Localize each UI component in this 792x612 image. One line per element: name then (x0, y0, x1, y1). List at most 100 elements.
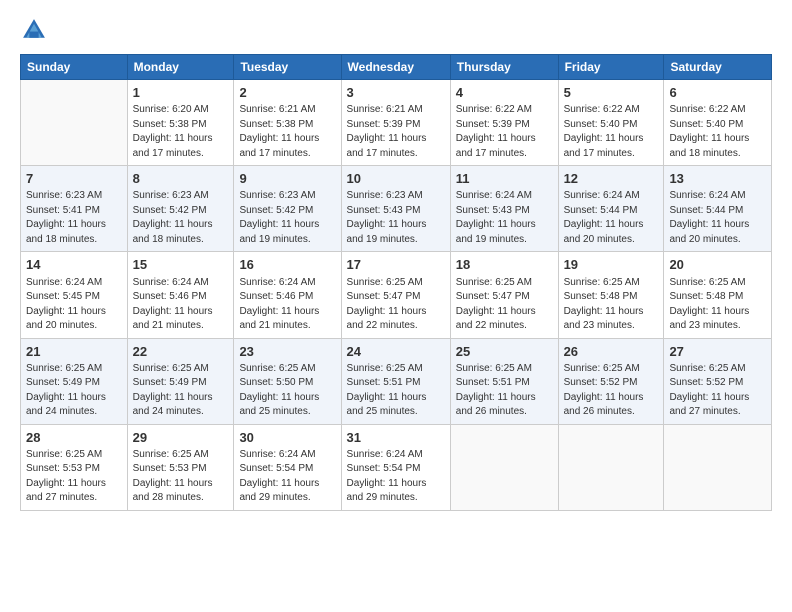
day-number: 13 (669, 170, 766, 188)
logo-area (20, 16, 52, 44)
calendar-cell: 21Sunrise: 6:25 AM Sunset: 5:49 PM Dayli… (21, 338, 128, 424)
calendar-cell: 19 Sunrise: 6:25 AM Sunset: 5:48 PM Dayli… (558, 252, 664, 338)
day-info: Sunrise: 6:20 AM Sunset: 5:38 PM Dayligh… (133, 103, 229, 161)
calendar-cell: 31Sunrise: 6:24 AM Sunset: 5:54 PM Dayli… (341, 424, 450, 510)
day-info: Sunrise: 6:25 AM Sunset: 5:47 PM Dayligh… (347, 276, 445, 334)
day-number: 14 (26, 256, 122, 274)
day-number: 26 (564, 343, 659, 361)
header-wednesday: Wednesday (341, 55, 450, 80)
calendar-cell: 11Sunrise: 6:24 AM Sunset: 5:43 PM Dayli… (450, 166, 558, 252)
day-info: Sunrise: 6:25 AM Sunset: 5:51 PM Dayligh… (456, 362, 553, 420)
calendar-cell (558, 424, 664, 510)
day-number: 25 (456, 343, 553, 361)
calendar-cell: 25Sunrise: 6:25 AM Sunset: 5:51 PM Dayli… (450, 338, 558, 424)
calendar-cell: 7Sunrise: 6:23 AM Sunset: 5:41 PM Daylig… (21, 166, 128, 252)
calendar-cell: 16 Sunrise: 6:24 AM Sunset: 5:46 PM Dayli… (234, 252, 341, 338)
day-number: 22 (133, 343, 229, 361)
day-info: Sunrise: 6:24 AM Sunset: 5:44 PM Dayligh… (669, 189, 766, 247)
day-number: 21 (26, 343, 122, 361)
day-info: Sunrise: 6:22 AM Sunset: 5:40 PM Dayligh… (564, 103, 659, 161)
day-number: 28 (26, 429, 122, 447)
day-number: 27 (669, 343, 766, 361)
calendar-cell: 28Sunrise: 6:25 AM Sunset: 5:53 PM Dayli… (21, 424, 128, 510)
day-info: Sunrise: 6:23 AM Sunset: 5:41 PM Dayligh… (26, 189, 122, 247)
day-info: Sunrise: 6:25 AM Sunset: 5:52 PM Dayligh… (564, 362, 659, 420)
day-info: Sunrise: 6:24 AM Sunset: 5:54 PM Dayligh… (347, 448, 445, 506)
calendar-cell: 5Sunrise: 6:22 AM Sunset: 5:40 PM Daylig… (558, 80, 664, 166)
calendar-week-row: 7Sunrise: 6:23 AM Sunset: 5:41 PM Daylig… (21, 166, 772, 252)
header-friday: Friday (558, 55, 664, 80)
calendar-cell: 26Sunrise: 6:25 AM Sunset: 5:52 PM Dayli… (558, 338, 664, 424)
calendar-cell (450, 424, 558, 510)
calendar-cell: 9Sunrise: 6:23 AM Sunset: 5:42 PM Daylig… (234, 166, 341, 252)
calendar-cell: 17 Sunrise: 6:25 AM Sunset: 5:47 PM Dayli… (341, 252, 450, 338)
day-info: Sunrise: 6:25 AM Sunset: 5:49 PM Dayligh… (26, 362, 122, 420)
day-info: Sunrise: 6:24 AM Sunset: 5:45 PM Dayligh… (26, 276, 122, 334)
day-number: 24 (347, 343, 445, 361)
calendar-header-row: SundayMondayTuesdayWednesdayThursdayFrid… (21, 55, 772, 80)
calendar-cell: 20Sunrise: 6:25 AM Sunset: 5:48 PM Dayli… (664, 252, 772, 338)
day-number: 8 (133, 170, 229, 188)
day-number: 17 (347, 256, 445, 274)
calendar-cell: 24Sunrise: 6:25 AM Sunset: 5:51 PM Dayli… (341, 338, 450, 424)
calendar-cell (21, 80, 128, 166)
calendar-cell: 10Sunrise: 6:23 AM Sunset: 5:43 PM Dayli… (341, 166, 450, 252)
calendar-cell: 12Sunrise: 6:24 AM Sunset: 5:44 PM Dayli… (558, 166, 664, 252)
day-number: 19 (564, 256, 659, 274)
day-number: 2 (239, 84, 335, 102)
header-saturday: Saturday (664, 55, 772, 80)
day-number: 11 (456, 170, 553, 188)
day-number: 18 (456, 256, 553, 274)
calendar-cell: 30Sunrise: 6:24 AM Sunset: 5:54 PM Dayli… (234, 424, 341, 510)
day-number: 16 (239, 256, 335, 274)
calendar-cell: 29Sunrise: 6:25 AM Sunset: 5:53 PM Dayli… (127, 424, 234, 510)
calendar-cell: 18 Sunrise: 6:25 AM Sunset: 5:47 PM Dayli… (450, 252, 558, 338)
day-info: Sunrise: 6:22 AM Sunset: 5:39 PM Dayligh… (456, 103, 553, 161)
day-number: 31 (347, 429, 445, 447)
header-monday: Monday (127, 55, 234, 80)
calendar-cell: 8Sunrise: 6:23 AM Sunset: 5:42 PM Daylig… (127, 166, 234, 252)
day-info: Sunrise: 6:23 AM Sunset: 5:42 PM Dayligh… (239, 189, 335, 247)
day-info: Sunrise: 6:23 AM Sunset: 5:42 PM Dayligh… (133, 189, 229, 247)
day-number: 5 (564, 84, 659, 102)
day-info: Sunrise: 6:25 AM Sunset: 5:51 PM Dayligh… (347, 362, 445, 420)
calendar-cell: 27Sunrise: 6:25 AM Sunset: 5:52 PM Dayli… (664, 338, 772, 424)
day-info: Sunrise: 6:25 AM Sunset: 5:53 PM Dayligh… (26, 448, 122, 506)
day-info: Sunrise: 6:25 AM Sunset: 5:48 PM Dayligh… (669, 276, 766, 334)
calendar-cell: 3Sunrise: 6:21 AM Sunset: 5:39 PM Daylig… (341, 80, 450, 166)
day-info: Sunrise: 6:24 AM Sunset: 5:46 PM Dayligh… (133, 276, 229, 334)
header-tuesday: Tuesday (234, 55, 341, 80)
calendar-week-row: 21Sunrise: 6:25 AM Sunset: 5:49 PM Dayli… (21, 338, 772, 424)
day-info: Sunrise: 6:24 AM Sunset: 5:54 PM Dayligh… (239, 448, 335, 506)
day-info: Sunrise: 6:24 AM Sunset: 5:43 PM Dayligh… (456, 189, 553, 247)
day-info: Sunrise: 6:25 AM Sunset: 5:48 PM Dayligh… (564, 276, 659, 334)
page: SundayMondayTuesdayWednesdayThursdayFrid… (0, 0, 792, 521)
header-thursday: Thursday (450, 55, 558, 80)
day-info: Sunrise: 6:24 AM Sunset: 5:44 PM Dayligh… (564, 189, 659, 247)
calendar-cell: 4Sunrise: 6:22 AM Sunset: 5:39 PM Daylig… (450, 80, 558, 166)
calendar-cell: 1Sunrise: 6:20 AM Sunset: 5:38 PM Daylig… (127, 80, 234, 166)
calendar-cell: 22Sunrise: 6:25 AM Sunset: 5:49 PM Dayli… (127, 338, 234, 424)
day-number: 7 (26, 170, 122, 188)
calendar-cell: 13Sunrise: 6:24 AM Sunset: 5:44 PM Dayli… (664, 166, 772, 252)
day-info: Sunrise: 6:21 AM Sunset: 5:39 PM Dayligh… (347, 103, 445, 161)
header (20, 16, 772, 44)
day-number: 30 (239, 429, 335, 447)
day-info: Sunrise: 6:25 AM Sunset: 5:49 PM Dayligh… (133, 362, 229, 420)
day-number: 23 (239, 343, 335, 361)
calendar-cell: 6Sunrise: 6:22 AM Sunset: 5:40 PM Daylig… (664, 80, 772, 166)
calendar-week-row: 14 Sunrise: 6:24 AM Sunset: 5:45 PM Dayli… (21, 252, 772, 338)
calendar-cell: 2Sunrise: 6:21 AM Sunset: 5:38 PM Daylig… (234, 80, 341, 166)
calendar-table: SundayMondayTuesdayWednesdayThursdayFrid… (20, 54, 772, 511)
logo-icon (20, 16, 48, 44)
day-number: 10 (347, 170, 445, 188)
calendar-week-row: 1Sunrise: 6:20 AM Sunset: 5:38 PM Daylig… (21, 80, 772, 166)
calendar-cell: 23Sunrise: 6:25 AM Sunset: 5:50 PM Dayli… (234, 338, 341, 424)
day-info: Sunrise: 6:25 AM Sunset: 5:52 PM Dayligh… (669, 362, 766, 420)
day-info: Sunrise: 6:21 AM Sunset: 5:38 PM Dayligh… (239, 103, 335, 161)
calendar-week-row: 28Sunrise: 6:25 AM Sunset: 5:53 PM Dayli… (21, 424, 772, 510)
day-info: Sunrise: 6:24 AM Sunset: 5:46 PM Dayligh… (239, 276, 335, 334)
day-info: Sunrise: 6:23 AM Sunset: 5:43 PM Dayligh… (347, 189, 445, 247)
calendar-cell (664, 424, 772, 510)
day-info: Sunrise: 6:25 AM Sunset: 5:47 PM Dayligh… (456, 276, 553, 334)
